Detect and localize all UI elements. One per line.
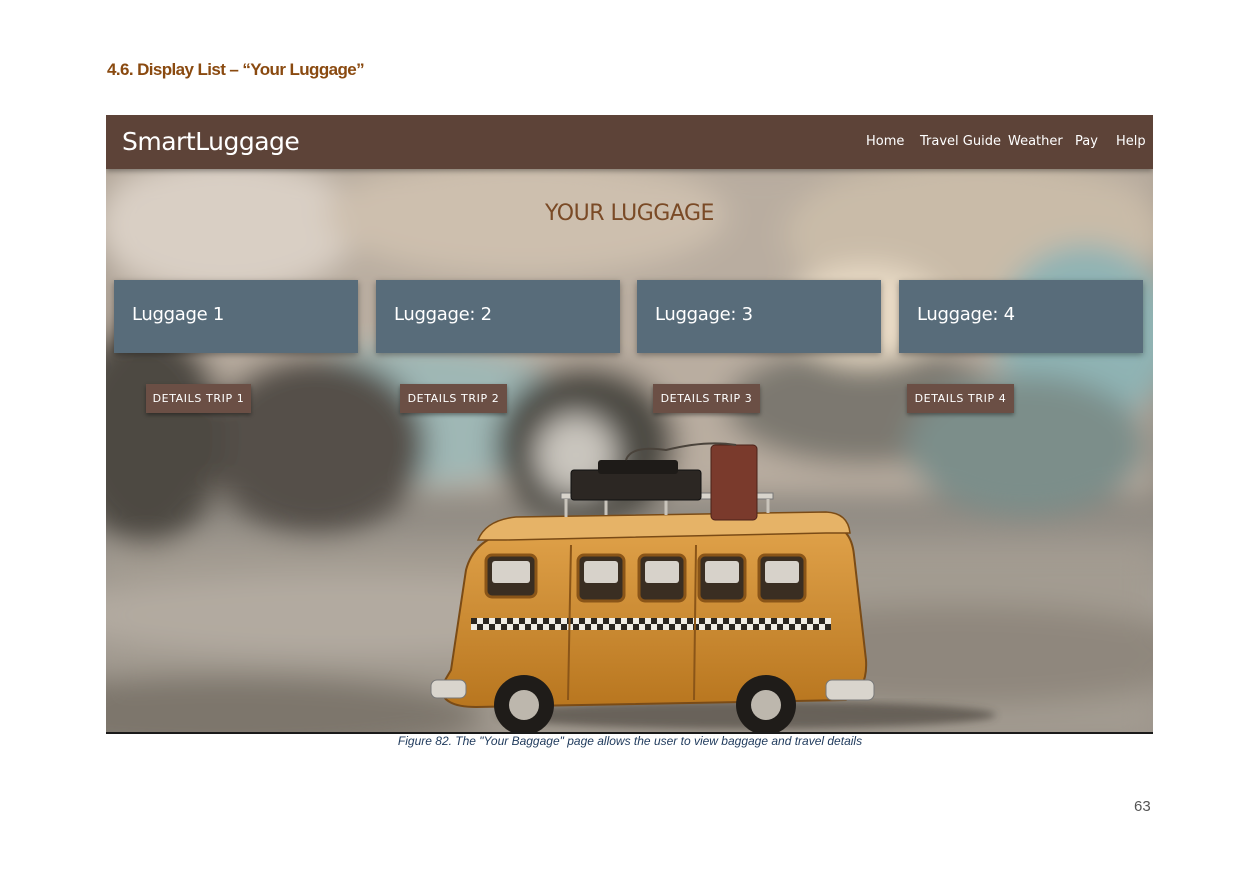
luggage-card-label: Luggage 1 [132, 304, 224, 325]
luggage-card-2[interactable]: Luggage: 2 [376, 280, 620, 353]
nav-help[interactable]: Help [1116, 134, 1146, 149]
nav-travel-guide[interactable]: Travel Guide [920, 134, 1001, 149]
luggage-card-4[interactable]: Luggage: 4 [899, 280, 1143, 353]
luggage-card-3[interactable]: Luggage: 3 [637, 280, 881, 353]
page-title: YOUR LUGGAGE [545, 201, 714, 226]
details-trip-2-button[interactable]: DETAILS TRIP 2 [400, 384, 507, 413]
details-trip-3-button[interactable]: DETAILS TRIP 3 [653, 384, 760, 413]
details-trip-4-button[interactable]: DETAILS TRIP 4 [907, 384, 1014, 413]
luggage-card-label: Luggage: 2 [394, 304, 492, 325]
brand-logo[interactable]: SmartLuggage [122, 127, 300, 156]
figure-caption: Figure 82. The "Your Baggage" page allow… [397, 734, 863, 748]
luggage-card-1[interactable]: Luggage 1 [114, 280, 358, 353]
nav-home[interactable]: Home [866, 134, 904, 149]
page-number: 63 [1134, 798, 1151, 815]
luggage-card-label: Luggage: 3 [655, 304, 753, 325]
nav-pay[interactable]: Pay [1075, 134, 1098, 149]
luggage-card-label: Luggage: 4 [917, 304, 1015, 325]
details-trip-1-button[interactable]: DETAILS TRIP 1 [146, 384, 251, 413]
section-heading: 4.6. Display List – “Your Luggage” [107, 60, 365, 79]
screenshot-figure: SmartLuggage Home Travel Guide Weather P… [106, 115, 1153, 734]
navbar: SmartLuggage Home Travel Guide Weather P… [106, 115, 1153, 169]
nav-weather[interactable]: Weather [1008, 134, 1063, 149]
document-page: 4.6. Display List – “Your Luggage” Smart… [0, 0, 1260, 869]
